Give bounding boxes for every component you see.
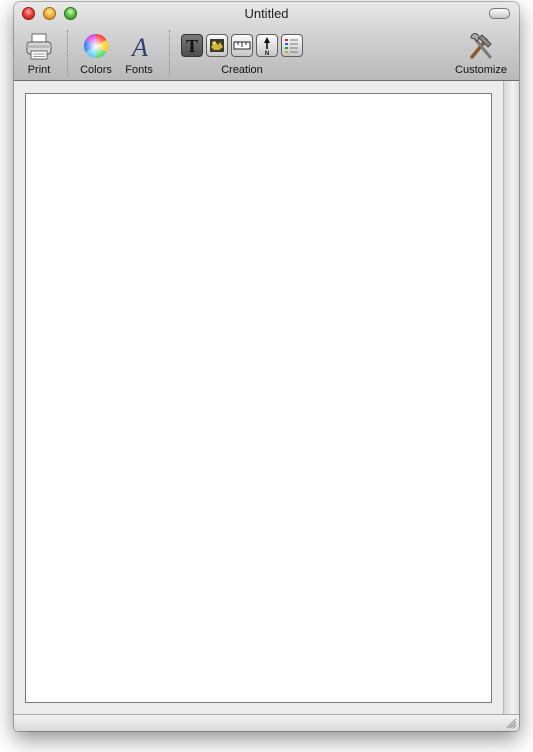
tools-icon	[470, 33, 492, 59]
printer-icon	[26, 33, 52, 60]
text-tool-button[interactable]: T	[181, 34, 203, 57]
fonts-button[interactable]: A	[126, 32, 154, 62]
color-wheel-icon	[84, 34, 108, 58]
toolbar-separator	[169, 30, 170, 76]
colors-button[interactable]	[83, 32, 109, 60]
font-icon: A	[130, 33, 148, 62]
image-tool-button[interactable]	[206, 34, 228, 57]
print-label: Print	[27, 64, 51, 76]
legend-tool-button[interactable]	[281, 34, 303, 57]
customize-label: Customize	[455, 64, 507, 76]
colors-label: Colors	[80, 64, 112, 76]
creation-label: Creation	[221, 64, 263, 76]
text-tool-icon: T	[186, 36, 198, 56]
document-window: Untitled Print Colors A Fonts T N Creati…	[14, 2, 519, 731]
north-arrow-tool-button[interactable]: N	[256, 34, 278, 57]
toolbar-toggle-button[interactable]	[489, 8, 510, 19]
svg-text:T: T	[186, 36, 198, 56]
vertical-scrollbar[interactable]	[503, 81, 519, 715]
document-canvas	[14, 81, 504, 715]
legend-tool-icon	[285, 39, 298, 53]
print-button[interactable]	[24, 32, 54, 62]
window-title: Untitled	[244, 6, 289, 21]
unified-toolbar: Untitled Print Colors A Fonts T N Creati…	[14, 2, 519, 81]
scale-bar-tool-button[interactable]	[231, 34, 253, 57]
toolbar-separator	[67, 30, 68, 76]
customize-button[interactable]	[466, 32, 496, 60]
scale-bar-tool-icon	[233, 41, 251, 50]
resize-grip-icon[interactable]	[506, 718, 517, 729]
document-page[interactable]	[25, 93, 492, 703]
svg-text:A: A	[130, 33, 148, 60]
svg-text:N: N	[265, 51, 269, 56]
north-arrow-tool-icon: N	[264, 37, 270, 57]
image-tool-icon	[210, 39, 224, 52]
fonts-label: Fonts	[125, 64, 153, 76]
bottom-bar	[14, 714, 519, 731]
